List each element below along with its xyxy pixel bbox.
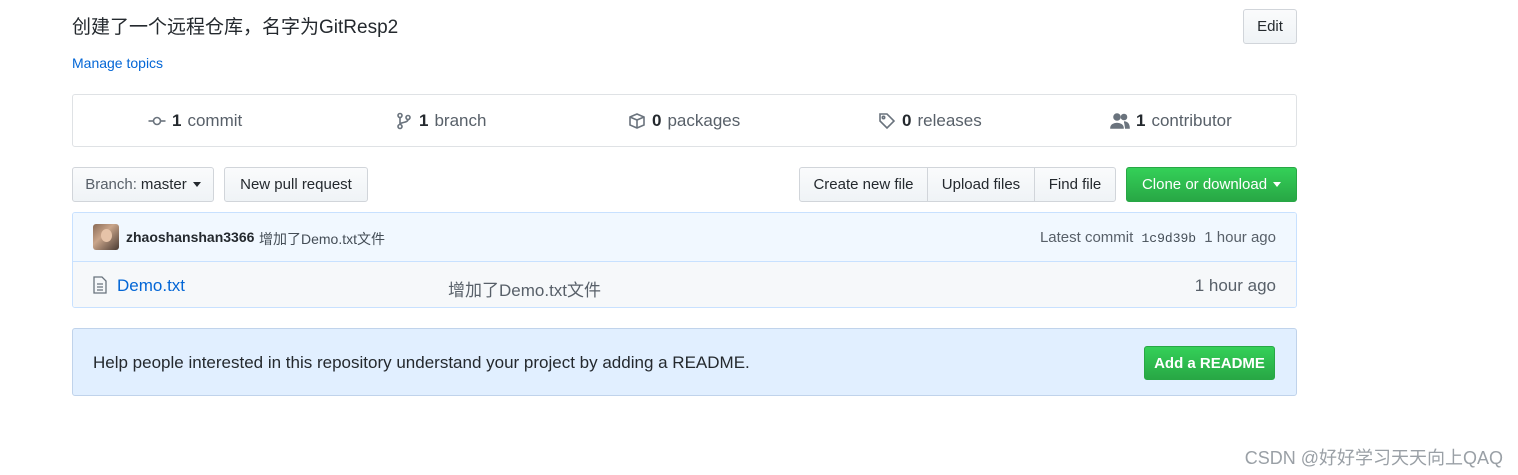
releases-count: 0 [902,110,912,130]
clone-or-download-button[interactable]: Clone or download [1126,167,1297,202]
contributors-count-link[interactable]: 1 contributor [1110,95,1232,146]
package-icon [629,112,645,129]
latest-commit-label: Latest commit [1039,229,1134,246]
latest-commit-info: Latest commit 1c9d39b 1 hour ago [1040,229,1276,246]
edit-description-button[interactable]: Edit [1243,9,1297,44]
clone-label: Clone or download [1141,176,1268,193]
file-name-link[interactable]: Demo.txt [117,276,185,296]
commits-count: 1 [172,110,182,130]
commit-sha-link[interactable]: 1c9d39b [1141,231,1196,246]
contributors-label: contributor [1151,110,1232,130]
packages-count-link[interactable]: 0 packages [628,95,740,146]
file-commit-message[interactable]: 增加了Demo.txt文件 [448,276,601,301]
latest-commit-bar: zhaoshanshan3366 增加了Demo.txt文件 Latest co… [73,213,1296,262]
repo-description: 创建了一个远程仓库，名字为GitResp2 [72,17,399,38]
packages-label: packages [667,110,741,130]
commit-icon [148,116,166,125]
find-file-button[interactable]: Find file [1034,167,1116,202]
packages-count: 0 [652,110,662,130]
readme-prompt: Help people interested in this repositor… [72,328,1297,396]
commits-count-link[interactable]: 1 commit [148,95,242,146]
file-table: zhaoshanshan3366 增加了Demo.txt文件 Latest co… [72,212,1297,308]
new-pull-request-button[interactable]: New pull request [224,167,368,202]
commit-age: 1 hour ago [1204,229,1276,246]
tag-icon [879,112,896,129]
repo-summary-bar: 1 commit 1 branch 0 packages 0 releases … [72,94,1297,147]
file-text-icon [93,276,107,294]
releases-count-link[interactable]: 0 releases [878,95,982,146]
contributors-count: 1 [1136,110,1146,130]
table-row: Demo.txt 增加了Demo.txt文件 1 hour ago [73,262,1296,307]
branches-count: 1 [419,110,429,130]
branches-label: branch [434,110,487,130]
branch-select-button[interactable]: Branch: master [72,167,214,202]
branch-icon [397,112,411,129]
branches-count-link[interactable]: 1 branch [395,95,486,146]
chevron-down-icon [1273,182,1282,187]
manage-topics-link[interactable]: Manage topics [72,55,163,71]
create-new-file-button[interactable]: Create new file [799,167,928,202]
commits-label: commit [187,110,243,130]
file-age: 1 hour ago [1194,276,1276,295]
upload-files-button[interactable]: Upload files [927,167,1035,202]
releases-label: releases [917,110,982,130]
chevron-down-icon [192,182,201,187]
branch-prefix: Branch: [85,176,137,193]
avatar[interactable] [93,224,119,250]
commit-message[interactable]: 增加了Demo.txt文件 [259,229,385,249]
watermark: CSDN @好好学习天天向上QAQ [1244,448,1503,468]
commit-author[interactable]: zhaoshanshan3366 [126,229,254,245]
readme-prompt-text: Help people interested in this repositor… [93,353,750,372]
branch-name: master [140,176,187,193]
add-readme-button[interactable]: Add a README [1144,346,1275,380]
people-icon [1110,112,1130,129]
